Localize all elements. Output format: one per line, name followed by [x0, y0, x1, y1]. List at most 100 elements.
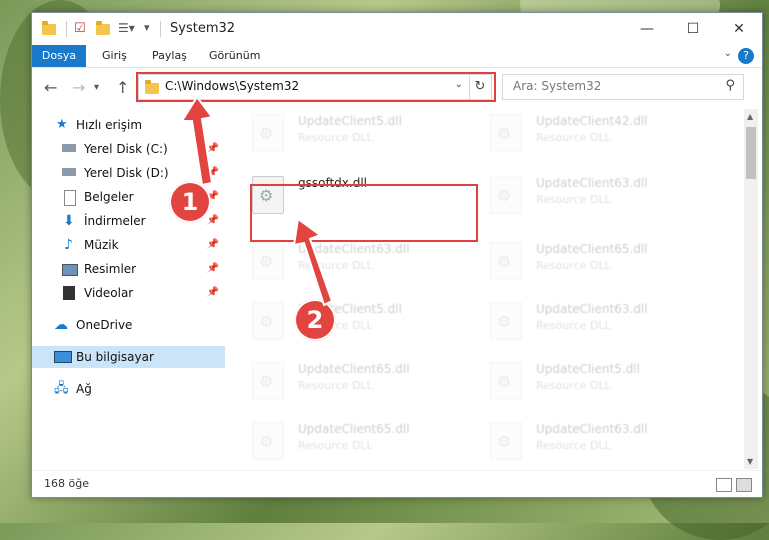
quick-access-dropdown-icon[interactable]: ▾: [144, 21, 150, 37]
video-icon: [63, 286, 75, 300]
navigation-pane: ★ Hızlı erişim Yerel Disk (C:) 📌 Yerel D…: [32, 106, 225, 466]
pin-icon[interactable]: 📌: [207, 282, 219, 304]
back-arrow-icon[interactable]: ←: [44, 78, 57, 97]
close-button[interactable]: ✕: [716, 15, 762, 43]
pin-icon[interactable]: 📌: [207, 234, 219, 256]
file-item[interactable]: UpdateClient65.dll Resource DLL: [230, 354, 460, 410]
sidebar-item-this-pc[interactable]: Bu bilgisayar: [32, 346, 225, 368]
file-item[interactable]: UpdateClient5.dll Resource DLL: [230, 106, 460, 162]
sidebar-item-label: Videolar: [84, 286, 134, 300]
dll-file-icon: [490, 114, 522, 152]
file-name: UpdateClient65.dll: [536, 242, 648, 256]
maximize-button[interactable]: ☐: [670, 15, 716, 43]
file-item[interactable]: UpdateClient63.dll Resource DLL: [468, 414, 698, 466]
file-type: Resource DLL: [536, 319, 611, 332]
file-name: UpdateClient65.dll: [298, 422, 410, 436]
search-placeholder: Ara: System32: [513, 79, 602, 93]
search-input[interactable]: Ara: System32 ⚲: [502, 74, 744, 100]
ribbon-expand-icon[interactable]: ⌄: [724, 48, 732, 59]
file-item[interactable]: UpdateClient63.dll Resource DLL: [468, 294, 698, 350]
large-icons-view-icon[interactable]: [736, 478, 752, 492]
pin-icon[interactable]: 📌: [207, 162, 219, 184]
customize-icon[interactable]: ☰▾: [118, 21, 135, 37]
computer-icon: [54, 351, 72, 363]
sidebar-item-videos[interactable]: Videolar 📌: [32, 282, 225, 304]
tab-share[interactable]: Paylaş: [152, 45, 187, 67]
divider: [160, 21, 161, 37]
sidebar-item-local-disk-d[interactable]: Yerel Disk (D:) 📌: [32, 162, 225, 184]
tab-file[interactable]: Dosya: [32, 45, 86, 67]
dll-file-icon: [252, 114, 284, 152]
file-type: Resource DLL: [298, 439, 373, 452]
dll-file-icon: [490, 362, 522, 400]
cloud-icon: ☁: [54, 317, 68, 333]
network-icon: 🖧: [54, 381, 69, 396]
explorer-window: ☑ ☰▾ ▾ System32 — ☐ ✕ Dosya Giriş Paylaş…: [31, 12, 763, 498]
tab-home[interactable]: Giriş: [102, 45, 127, 67]
step-marker-1: 1: [169, 181, 211, 223]
tab-view[interactable]: Görünüm: [209, 45, 260, 67]
file-type: Resource DLL: [298, 379, 373, 392]
pin-icon[interactable]: 📌: [207, 258, 219, 280]
sidebar-item-label: Belgeler: [84, 190, 134, 204]
dll-file-icon: [252, 242, 284, 280]
file-type: Resource DLL: [536, 131, 611, 144]
file-type: Resource DLL: [536, 193, 611, 206]
vertical-scrollbar[interactable]: ▲ ▼: [744, 109, 758, 469]
sidebar-item-label: Bu bilgisayar: [76, 350, 154, 364]
file-name: UpdateClient5.dll: [298, 114, 402, 128]
file-item[interactable]: UpdateClient5.dll Resource DLL: [230, 294, 460, 350]
drive-icon: [62, 144, 76, 152]
pin-icon[interactable]: 📌: [207, 210, 219, 232]
address-highlight-box: [136, 72, 496, 102]
step-marker-2: 2: [294, 299, 336, 341]
folder-icon: [42, 21, 56, 37]
up-arrow-icon[interactable]: ↑: [116, 78, 129, 97]
sidebar-item-onedrive[interactable]: ☁ OneDrive: [32, 314, 225, 336]
ribbon: Dosya Giriş Paylaş Görünüm ⌄ ?: [32, 45, 762, 68]
file-name: UpdateClient5.dll: [536, 362, 640, 376]
window-title: System32: [170, 21, 236, 36]
scroll-down-icon[interactable]: ▼: [747, 457, 753, 466]
file-item[interactable]: UpdateClient42.dll Resource DLL: [468, 106, 698, 162]
file-name: UpdateClient63.dll: [536, 176, 648, 190]
music-icon: ♪: [64, 237, 73, 253]
file-item[interactable]: UpdateClient5.dll Resource DLL: [468, 354, 698, 410]
forward-arrow-icon[interactable]: →: [72, 78, 85, 97]
dll-file-icon: [490, 302, 522, 340]
sidebar-item-label: OneDrive: [76, 318, 133, 332]
dll-file-icon: [252, 422, 284, 460]
scrollbar-thumb[interactable]: [746, 127, 756, 179]
file-type: Resource DLL: [536, 439, 611, 452]
minimize-button[interactable]: —: [624, 15, 670, 43]
file-item[interactable]: UpdateClient65.dll Resource DLL: [468, 234, 698, 290]
recent-dropdown-icon[interactable]: ▾: [94, 82, 99, 93]
navigation-bar: ← → ▾ ↑ C:\Windows\System32 ⌄ ↻ Ara: Sys…: [32, 68, 762, 106]
help-icon[interactable]: ?: [738, 48, 754, 64]
sidebar-item-label: Ağ: [76, 382, 92, 396]
sidebar-item-network[interactable]: 🖧 Ağ: [32, 378, 225, 400]
file-item[interactable]: UpdateClient63.dll Resource DLL: [468, 168, 698, 224]
file-item[interactable]: UpdateClient63.dll Resource DLL: [230, 234, 460, 290]
sidebar-item-label: Yerel Disk (D:): [84, 166, 169, 180]
file-name: UpdateClient63.dll: [536, 422, 648, 436]
new-folder-icon[interactable]: [96, 21, 110, 37]
sidebar-item-quick-access[interactable]: ★ Hızlı erişim: [32, 114, 225, 136]
file-type: Resource DLL: [298, 259, 373, 272]
search-icon[interactable]: ⚲: [725, 78, 735, 93]
pin-icon[interactable]: 📌: [207, 138, 219, 160]
file-name: UpdateClient63.dll: [298, 242, 410, 256]
sidebar-item-local-disk-c[interactable]: Yerel Disk (C:) 📌: [32, 138, 225, 160]
scroll-up-icon[interactable]: ▲: [747, 112, 753, 121]
properties-icon[interactable]: ☑: [74, 21, 86, 37]
details-view-icon[interactable]: [716, 478, 732, 492]
sidebar-item-label: Yerel Disk (C:): [84, 142, 168, 156]
file-item[interactable]: UpdateClient65.dll Resource DLL: [230, 414, 460, 466]
download-icon: ⬇: [63, 213, 75, 229]
sidebar-item-pictures[interactable]: Resimler 📌: [32, 258, 225, 280]
pictures-icon: [62, 264, 78, 276]
file-name: UpdateClient42.dll: [536, 114, 648, 128]
sidebar-item-label: Müzik: [84, 238, 119, 252]
sidebar-item-music[interactable]: ♪ Müzik 📌: [32, 234, 225, 256]
star-icon: ★: [56, 117, 68, 132]
